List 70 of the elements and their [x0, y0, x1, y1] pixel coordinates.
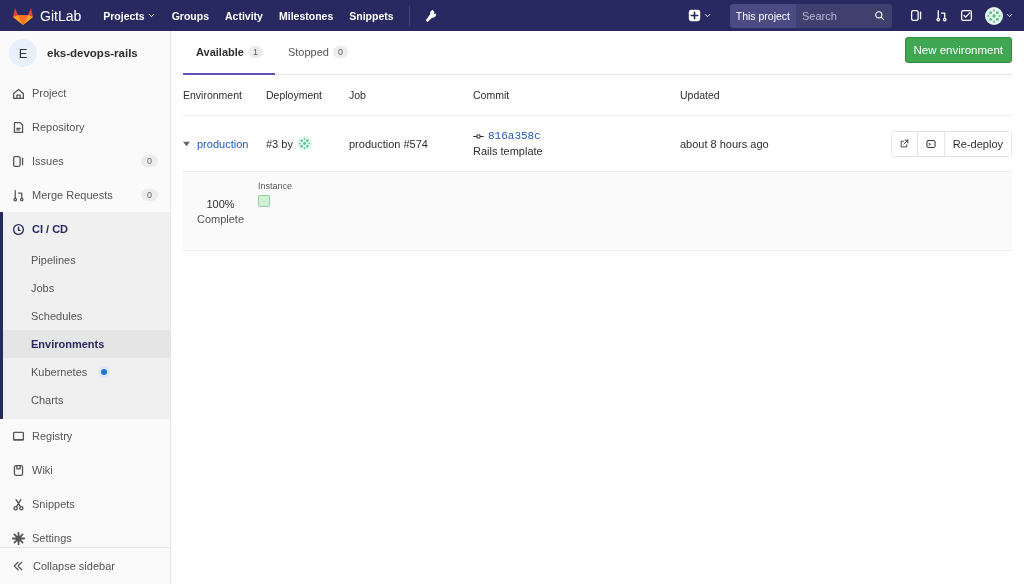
nav-link[interactable]: Groups [171, 9, 210, 22]
document-icon [12, 120, 25, 134]
terminal-icon [925, 138, 936, 149]
sidebar-subitem[interactable]: Kubernetes [3, 358, 170, 386]
sidebar-subitem[interactable]: Pipelines [3, 246, 170, 274]
double-chevron-icon[interactable] [12, 560, 24, 572]
commit-link[interactable]: 816a358c [488, 130, 541, 142]
column-header: Commit [473, 89, 511, 101]
environment-link[interactable]: production [197, 137, 249, 150]
gear-icon [12, 531, 25, 545]
count-badge: 1 [247, 46, 263, 58]
external-link-icon [899, 139, 909, 148]
avatar-icon [296, 136, 312, 151]
updated-time: about 8 hours ago [680, 137, 770, 150]
deployment-number: #3 by [266, 137, 293, 150]
project-avatar[interactable]: E [9, 39, 37, 67]
nav-link[interactable]: Milestones [278, 9, 334, 22]
issues-icon [12, 154, 25, 168]
monitor-icon [12, 429, 25, 443]
caret-icon[interactable] [702, 11, 712, 20]
column-header: Updated [680, 89, 721, 101]
avatar-icon [985, 6, 1003, 25]
column-header: Job [349, 89, 367, 101]
merge-request-icon [12, 188, 25, 202]
count-badge: 0 [141, 189, 158, 201]
nav-link[interactable]: Snippets [349, 9, 394, 22]
count-badge: 0 [141, 155, 158, 167]
search-icon[interactable] [874, 9, 885, 21]
sidebar-item[interactable]: Settings [0, 521, 170, 547]
instances-label: Instance [258, 181, 293, 191]
column-header: Environment [183, 89, 243, 101]
sidebar-subitem[interactable]: Schedules [3, 302, 170, 330]
sidebar-subitem[interactable]: Charts [3, 386, 170, 414]
sidebar-item[interactable]: Registry [0, 419, 170, 453]
wrench-icon[interactable] [423, 8, 438, 23]
project-name[interactable]: eks-devops-rails [47, 47, 138, 59]
commit-title: Rails template [473, 145, 544, 157]
home-icon [12, 86, 25, 100]
sidebar-item[interactable]: CI / CD [3, 212, 170, 246]
tab[interactable]: Stopped 0 [274, 31, 360, 75]
caret-down-icon[interactable] [183, 140, 190, 147]
brand-name[interactable]: GitLab [40, 7, 82, 24]
sidebar-item[interactable]: Merge Requests 0 [0, 178, 170, 212]
nav-link[interactable]: Projects [103, 9, 156, 22]
scissors-icon [12, 497, 25, 511]
caret-icon[interactable] [1005, 11, 1014, 20]
search-field[interactable]: Search [796, 3, 892, 28]
sidebar-subitem[interactable]: Environments [3, 330, 170, 358]
status-text: Complete [196, 212, 245, 225]
issues-icon[interactable] [910, 9, 923, 22]
count-badge: 0 [332, 46, 348, 58]
sidebar-item[interactable]: Snippets [0, 487, 170, 521]
sidebar-item[interactable]: Wiki [0, 453, 170, 487]
todo-icon[interactable] [960, 9, 973, 22]
sidebar-subitem[interactable]: Jobs [3, 274, 170, 302]
sidebar-item[interactable]: Issues 0 [0, 144, 170, 178]
sidebar-item[interactable]: Repository [0, 110, 170, 144]
caret-icon[interactable] [146, 11, 156, 20]
tab[interactable]: Available 1 [183, 31, 275, 75]
job-name[interactable]: production #574 [349, 137, 473, 150]
search-scope[interactable]: This project [729, 3, 796, 28]
sidebar-item[interactable]: Project [0, 76, 170, 110]
plus-icon[interactable] [687, 9, 701, 22]
clock-icon [12, 222, 25, 236]
column-header: Deployment [266, 89, 324, 101]
nav-link[interactable]: Activity [225, 9, 263, 22]
percent-text: 100% [206, 197, 235, 210]
redeploy-button[interactable]: Re-deploy [943, 131, 1011, 156]
merge-request-icon[interactable] [935, 9, 948, 22]
book-icon [12, 463, 25, 477]
